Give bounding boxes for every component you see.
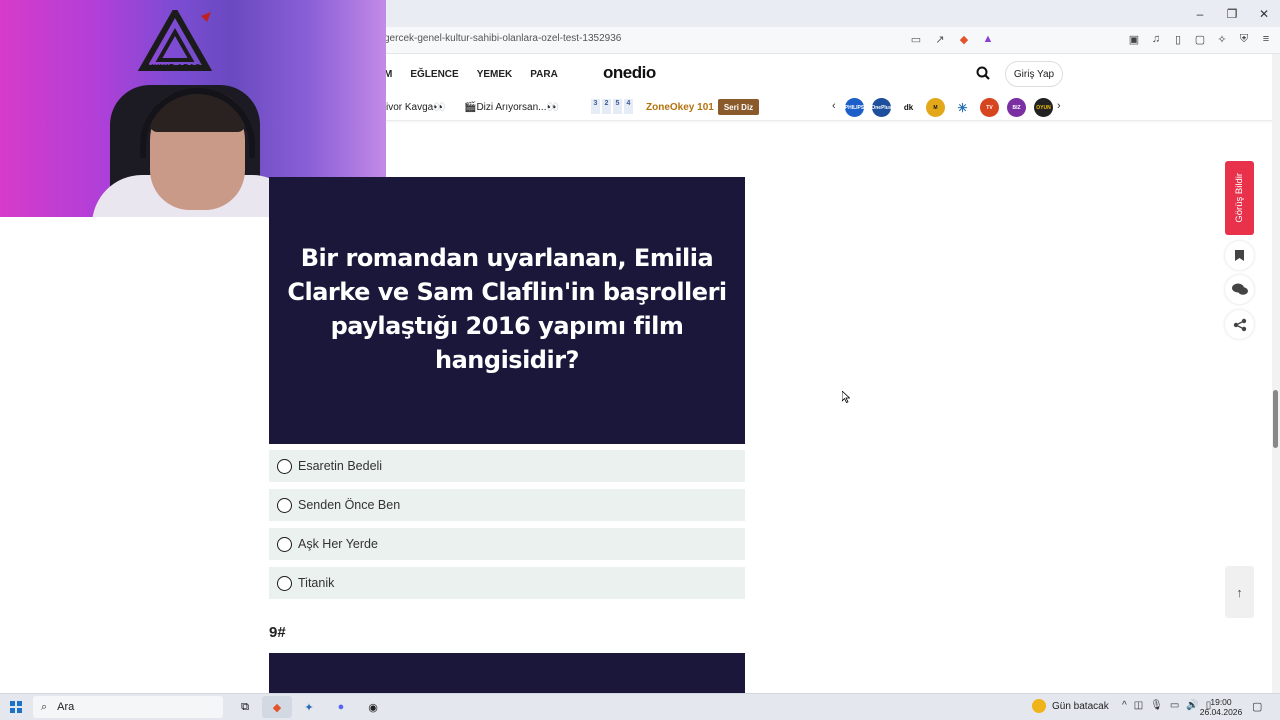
seri-diz-button[interactable]: Seri Diz (718, 99, 759, 115)
radio-button[interactable] (277, 497, 292, 513)
partner-badges: PHILIPS OnePlus dk M ✳ TV BIZ OYUN (845, 98, 1053, 117)
clock-date: 26.04.2026 (1199, 707, 1243, 717)
feedback-button[interactable]: Görüş Bildir (1225, 161, 1254, 235)
radio-button[interactable] (277, 575, 292, 591)
comments-icon (1231, 283, 1248, 295)
network-icon[interactable]: ▭ (1170, 700, 1179, 711)
nav-item-yemek[interactable]: YEMEK (477, 69, 513, 80)
brave-rewards-icon[interactable]: ▲ (980, 31, 996, 47)
scroll-to-top-button[interactable]: ↑ (1225, 566, 1254, 618)
site-logo[interactable]: onedio (603, 63, 656, 83)
wallet-icon[interactable]: ▢ (1192, 31, 1208, 47)
taskbar-search[interactable]: ⌕ Ara (33, 696, 223, 718)
zone-tile: 2 (602, 99, 611, 114)
url-text[interactable]: gercek-genel-kultur-sahibi-olanlara-ozel… (384, 33, 621, 44)
answer-option[interactable]: Senden Önce Ben (269, 489, 745, 521)
answer-option[interactable]: Titanik (269, 567, 745, 599)
login-button[interactable]: Giriş Yap (1005, 61, 1063, 87)
tray-app-icon[interactable]: ◫ (1134, 700, 1143, 711)
menu-icon[interactable]: ≡ (1258, 31, 1274, 47)
nav-item-eglence[interactable]: EĞLENCE (410, 69, 458, 80)
discord-icon[interactable]: ● (326, 696, 356, 718)
windows-start-icon[interactable] (10, 701, 22, 713)
answer-label: Esaretin Bedeli (298, 459, 383, 473)
weather-widget[interactable]: Gün batacak (1032, 699, 1109, 713)
cast-icon[interactable]: ▭ (908, 31, 924, 47)
clock[interactable]: 19:00 26.04.2026 (1196, 697, 1246, 717)
weather-label: Gün batacak (1052, 700, 1109, 712)
comments-button[interactable] (1225, 275, 1254, 304)
app-icon[interactable]: ✦ (294, 696, 324, 718)
nav-item-para[interactable]: PARA (530, 69, 558, 80)
search-icon: ⌕ (41, 700, 48, 713)
partner-badge[interactable]: OYUN (1034, 98, 1053, 117)
zone-tile: 5 (613, 99, 622, 114)
topic-item[interactable]: 🎬Dizi Arıyorsan...👀 (464, 102, 559, 113)
answer-option[interactable]: Aşk Her Yerde (269, 528, 745, 560)
partner-badge[interactable]: TV (980, 98, 999, 117)
partner-badge[interactable]: PHILIPS (845, 98, 864, 117)
question-number: 9# (269, 624, 286, 641)
chevron-right-icon[interactable]: › (1057, 100, 1061, 112)
task-view-icon[interactable]: ⧉ (230, 696, 260, 718)
partner-badge[interactable]: dk (899, 98, 918, 117)
chevron-up-icon[interactable]: ^ (1122, 700, 1127, 711)
answer-label: Aşk Her Yerde (298, 537, 378, 551)
close-button[interactable]: ✕ (1248, 0, 1280, 27)
answer-option[interactable]: Esaretin Bedeli (269, 450, 745, 482)
answer-label: Senden Önce Ben (298, 498, 401, 512)
answer-label: Titanik (298, 576, 335, 590)
partner-badge[interactable]: BIZ (1007, 98, 1026, 117)
search-icon[interactable] (976, 66, 990, 80)
taskbar-search-label: Ara (57, 701, 75, 713)
bookmark-icon (1235, 250, 1244, 261)
next-question-card (269, 653, 745, 693)
partner-badge[interactable]: ✳ (953, 98, 972, 117)
minimize-button[interactable]: – (1184, 0, 1216, 27)
taskbar: ⌕ Ara ⧉ ◆ ✦ ● ◉ Gün batacak ^ ◫ 🎙 ▭ 🔊 ▯ … (0, 693, 1280, 720)
page-scrollbar[interactable] (1272, 54, 1280, 693)
sidebar-icon[interactable]: ▯ (1170, 31, 1186, 47)
brave-browser-icon[interactable]: ◆ (262, 696, 292, 718)
scrollbar-thumb[interactable] (1273, 390, 1278, 448)
arrow-up-icon: ↑ (1236, 584, 1243, 600)
share-button[interactable] (1225, 310, 1254, 339)
chevron-left-icon[interactable]: ‹ (832, 100, 836, 112)
bookmark-button[interactable] (1225, 241, 1254, 270)
zoneokey-label[interactable]: ZoneOkey 101 (646, 102, 714, 113)
mouse-cursor-icon (842, 391, 850, 403)
main-nav: M EĞLENCE YEMEK PARA (384, 69, 558, 80)
zone-tile: 3 (591, 99, 600, 114)
share-icon (1233, 318, 1246, 331)
radio-button[interactable] (277, 536, 292, 552)
feedback-label: Görüş Bildir (1234, 173, 1245, 223)
restore-button[interactable]: ❐ (1216, 0, 1248, 27)
clock-time: 19:00 (1210, 697, 1232, 707)
ai-icon[interactable]: ✧ (1214, 31, 1230, 47)
music-icon[interactable]: ♫ (1148, 31, 1164, 47)
share-icon[interactable]: ↗ (932, 31, 948, 47)
microphone-icon[interactable]: 🎙 (1150, 700, 1163, 711)
reader-icon[interactable]: ▣ (1126, 31, 1142, 47)
zone-tiles[interactable]: 3 2 5 4 (591, 99, 633, 114)
streamer-logo-text: AYKUT ARAS (146, 64, 201, 71)
obs-icon[interactable]: ◉ (358, 696, 388, 718)
brave-shield-icon[interactable]: ◆ (956, 31, 972, 47)
window-controls: – ❐ ✕ (1184, 0, 1280, 27)
sun-icon (1032, 699, 1046, 713)
vpn-icon[interactable]: ⛨ (1236, 31, 1252, 47)
topic-item[interactable]: ivor Kavga👀 (386, 102, 446, 113)
partner-badge[interactable]: OnePlus (871, 98, 892, 117)
radio-button[interactable] (277, 458, 292, 474)
zone-tile: 4 (624, 99, 633, 114)
question-text: Bir romandan uyarlanan, Emilia Clarke ve… (287, 244, 727, 374)
taskbar-apps: ⧉ ◆ ✦ ● ◉ (230, 696, 388, 718)
notifications-icon[interactable]: ▢ (1252, 700, 1262, 713)
partner-badge[interactable]: M (926, 98, 945, 117)
